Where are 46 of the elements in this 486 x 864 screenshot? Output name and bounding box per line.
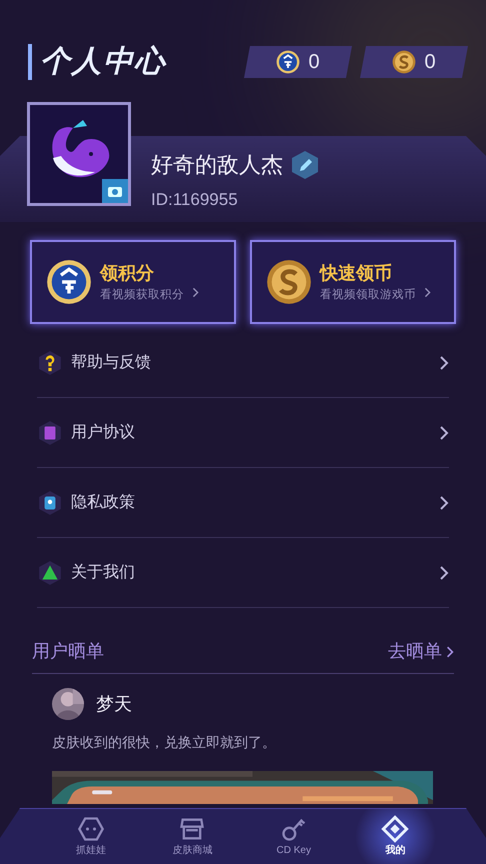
points-coin-icon [276,50,300,74]
review-text: 皮肤收到的很快，兑换立即就到了。 [52,733,277,752]
coin-icon [266,259,312,305]
chevron-right-icon [439,424,449,440]
menu-label: 关于我们 [71,562,136,582]
card-subtitle: 看视频获取积分 [100,288,184,303]
avatar[interactable] [27,102,131,206]
menu-item-icon [37,420,63,446]
reward-card[interactable]: 快速领币 看视频领取游戏币 [250,240,456,324]
card-title: 快速领币 [320,262,393,285]
points-coin-icon [46,259,92,305]
chevron-right-icon [192,286,199,298]
nav-icon [76,815,105,843]
chevron-right-icon [446,644,454,658]
nav-tab[interactable]: 抓娃娃 [40,809,142,864]
balance-value: 0 [308,50,320,75]
menu-label: 用户协议 [71,422,136,442]
menu-item[interactable]: 帮助与反馈 [37,328,449,398]
page-title: 个人中心 [28,44,166,80]
user-id: ID:1169955 [151,189,239,211]
nav-icon [381,815,410,843]
section-title: 用户晒单 [32,640,104,663]
reward-card[interactable]: 领积分 看视频获取积分 [30,240,236,324]
nav-tab[interactable]: CD Key [243,809,344,864]
post-review-link[interactable]: 去晒单 [388,638,454,665]
menu-item-icon [37,350,63,376]
menu-item[interactable]: 隐私政策 [37,468,449,538]
nav-tab[interactable]: 皮肤商城 [142,809,243,864]
menu-label: 帮助与反馈 [71,352,152,372]
camera-icon[interactable] [102,179,128,203]
chevron-right-icon [439,564,449,580]
menu-item[interactable]: 用户协议 [37,398,449,468]
menu-item-icon [37,560,63,586]
menu-item[interactable]: 关于我们 [37,538,449,608]
chevron-right-icon [424,286,431,298]
card-title: 领积分 [100,262,155,285]
reviewer-name: 梦天 [96,692,132,716]
chevron-right-icon [439,354,449,370]
balance-value: 0 [424,50,436,75]
user-name: 好奇的敌人杰 [151,151,283,179]
menu-label: 隐私政策 [71,492,136,512]
card-subtitle: 看视频领取游戏币 [320,287,416,303]
menu-item-icon [37,490,63,516]
coin-icon [392,50,416,74]
edit-icon[interactable] [291,150,319,180]
chevron-right-icon [439,494,449,510]
